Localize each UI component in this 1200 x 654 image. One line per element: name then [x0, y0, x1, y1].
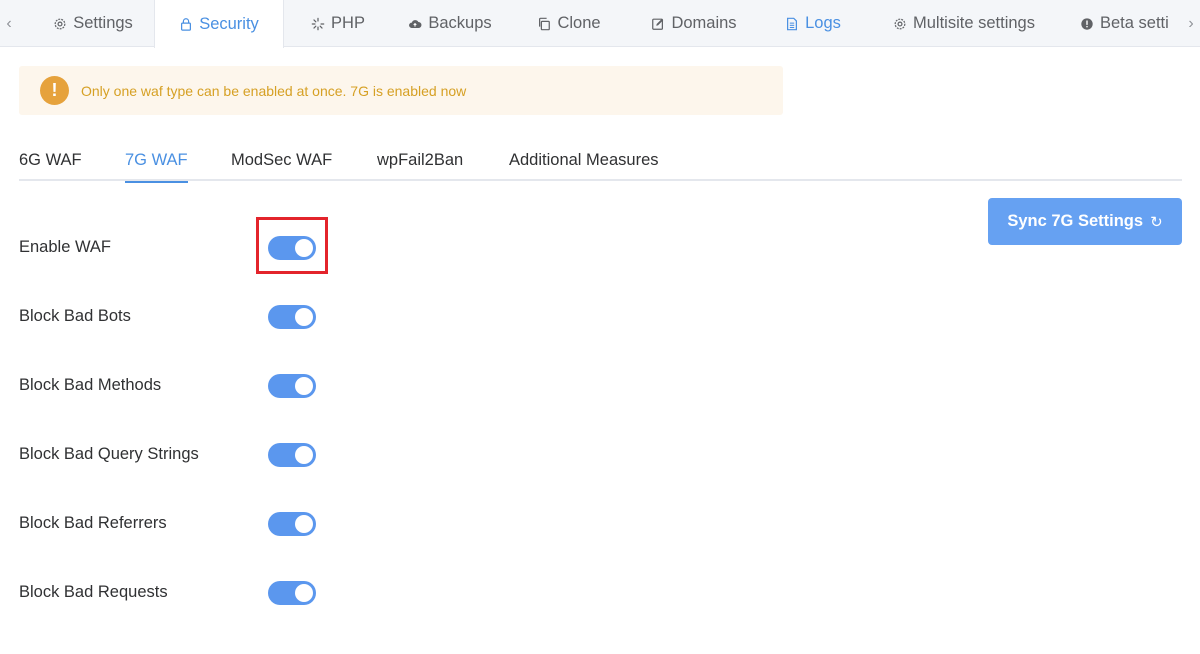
- tab-security[interactable]: Security: [154, 0, 284, 48]
- subtab-7g-waf[interactable]: 7G WAF: [125, 140, 188, 183]
- setting-row-block-bad-query-strings: Block Bad Query Strings: [19, 434, 419, 474]
- scroll-right-button[interactable]: ›: [1182, 0, 1200, 47]
- edit-icon: [651, 17, 665, 31]
- block-bad-query-strings-toggle[interactable]: [268, 443, 316, 467]
- tab-logs[interactable]: Logs: [772, 0, 854, 47]
- tab-label: Logs: [805, 14, 841, 32]
- tab-label: Backups: [428, 14, 492, 32]
- block-bad-methods-toggle[interactable]: [268, 374, 316, 398]
- setting-row-block-bad-requests: Block Bad Requests: [19, 572, 419, 612]
- subtab-modsec-waf[interactable]: ModSec WAF: [231, 140, 332, 181]
- setting-row-block-bad-referrers: Block Bad Referrers: [19, 503, 419, 543]
- tab-label: Settings: [73, 14, 133, 32]
- highlight-annotation: [256, 217, 328, 274]
- toggle-knob: [295, 377, 313, 395]
- tab-domains[interactable]: Domains: [638, 0, 750, 47]
- waf-subtabs: 6G WAF 7G WAF ModSec WAF wpFail2Ban Addi…: [19, 140, 1182, 183]
- lock-icon: [179, 17, 193, 31]
- tab-beta-settings[interactable]: Beta setti: [1080, 0, 1180, 47]
- tab-clone[interactable]: Clone: [524, 0, 614, 47]
- tab-backups[interactable]: Backups: [394, 0, 506, 47]
- subtab-additional-measures[interactable]: Additional Measures: [509, 140, 659, 181]
- sync-button-label: Sync 7G Settings: [1007, 212, 1144, 230]
- setting-label: Block Bad Referrers: [19, 513, 167, 532]
- setting-label: Enable WAF: [19, 237, 112, 256]
- gear-icon: [53, 17, 67, 31]
- tab-multisite-settings[interactable]: Multisite settings: [876, 0, 1052, 47]
- setting-label: Block Bad Bots: [19, 306, 131, 325]
- tab-settings[interactable]: Settings: [32, 0, 154, 47]
- copy-icon: [537, 17, 551, 31]
- tab-label: Clone: [557, 14, 601, 32]
- setting-label: Block Bad Query Strings: [19, 444, 199, 463]
- toggle-knob: [295, 446, 313, 464]
- setting-row-block-bad-bots: Block Bad Bots: [19, 296, 419, 336]
- scroll-left-button[interactable]: ‹: [0, 0, 18, 47]
- tab-php[interactable]: PHP: [288, 0, 388, 47]
- tab-label: PHP: [331, 14, 365, 32]
- tab-label: Beta setti: [1100, 14, 1169, 32]
- setting-row-enable-waf: Enable WAF: [19, 227, 419, 267]
- toggle-knob: [295, 515, 313, 533]
- subtab-wpfail2ban[interactable]: wpFail2Ban: [377, 140, 463, 181]
- exclamation-circle-icon: [1080, 17, 1094, 31]
- warning-icon: !: [40, 76, 69, 105]
- setting-label: Block Bad Requests: [19, 582, 168, 601]
- setting-label: Block Bad Methods: [19, 375, 162, 394]
- block-bad-bots-toggle[interactable]: [268, 305, 316, 329]
- toggle-knob: [295, 308, 313, 326]
- toggle-knob: [295, 584, 313, 602]
- alert-message: Only one waf type can be enabled at once…: [81, 82, 467, 99]
- block-bad-requests-toggle[interactable]: [268, 581, 316, 605]
- warning-alert: ! Only one waf type can be enabled at on…: [19, 66, 783, 115]
- document-icon: [785, 17, 799, 31]
- sync-7g-settings-button[interactable]: Sync 7G Settings ↻: [988, 198, 1182, 245]
- setting-row-block-bad-methods: Block Bad Methods: [19, 365, 419, 405]
- spinner-icon: [311, 17, 325, 31]
- tab-label: Security: [199, 14, 259, 33]
- top-tab-bar: ‹ Settings Security PHP Backups Clone Do…: [0, 0, 1200, 48]
- refresh-icon: ↻: [1150, 213, 1163, 231]
- tab-label: Domains: [671, 14, 737, 32]
- subtab-6g-waf[interactable]: 6G WAF: [19, 140, 82, 181]
- cloud-upload-icon: [408, 17, 422, 31]
- block-bad-referrers-toggle[interactable]: [268, 512, 316, 536]
- tab-label: Multisite settings: [913, 14, 1035, 32]
- gear-icon: [893, 17, 907, 31]
